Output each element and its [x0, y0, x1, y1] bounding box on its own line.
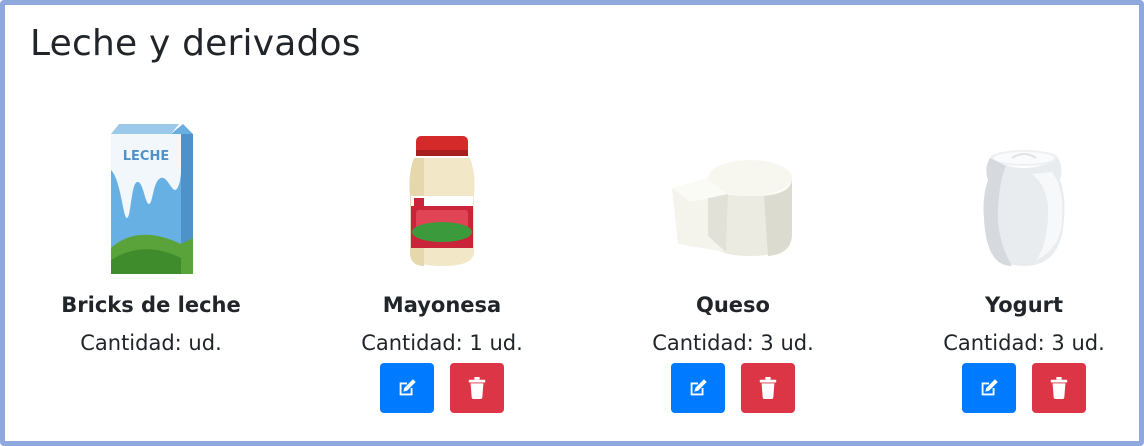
- product-actions: [317, 363, 567, 413]
- product-quantity: Cantidad: ud.: [80, 331, 222, 355]
- product-actions: [608, 363, 858, 413]
- edit-icon: [981, 379, 998, 396]
- edit-button[interactable]: [380, 363, 434, 413]
- product-card: Queso Cantidad: 3 ud.: [608, 120, 858, 413]
- edit-icon: [399, 379, 416, 396]
- cheese-wheel-image: [608, 120, 858, 280]
- delete-button[interactable]: [450, 363, 504, 413]
- edit-icon: [690, 379, 707, 396]
- product-name: Mayonesa: [382, 293, 502, 317]
- product-card: Mayonesa Cantidad: 1 ud.: [317, 120, 567, 413]
- product-grid: LECHE Bricks de leche Cantidad: ud. Mayo…: [5, 120, 1144, 430]
- product-quantity: Cantidad: 3 ud.: [652, 331, 814, 355]
- trash-icon: [468, 377, 486, 399]
- mayonnaise-jar-image: [317, 120, 567, 280]
- product-card: LECHE Bricks de leche Cantidad: ud.: [26, 120, 276, 355]
- category-title: Leche y derivados: [30, 23, 361, 64]
- carton-brand-text: LECHE: [123, 149, 169, 164]
- delete-button[interactable]: [741, 363, 795, 413]
- product-card: Yogurt Cantidad: 3 ud.: [899, 120, 1144, 413]
- product-name: Yogurt: [984, 293, 1064, 317]
- edit-button[interactable]: [671, 363, 725, 413]
- trash-icon: [759, 377, 777, 399]
- milk-carton-image: LECHE: [26, 120, 276, 280]
- trash-icon: [1050, 377, 1068, 399]
- yogurt-jar-image: [899, 120, 1144, 280]
- delete-button[interactable]: [1032, 363, 1086, 413]
- edit-button[interactable]: [962, 363, 1016, 413]
- category-panel: Leche y derivados LECHE Bricks de leche …: [0, 0, 1144, 446]
- product-name: Queso: [696, 293, 770, 317]
- product-quantity: Cantidad: 3 ud.: [943, 331, 1105, 355]
- product-name: Bricks de leche: [61, 293, 241, 317]
- product-quantity: Cantidad: 1 ud.: [361, 331, 523, 355]
- product-actions: [899, 363, 1144, 413]
